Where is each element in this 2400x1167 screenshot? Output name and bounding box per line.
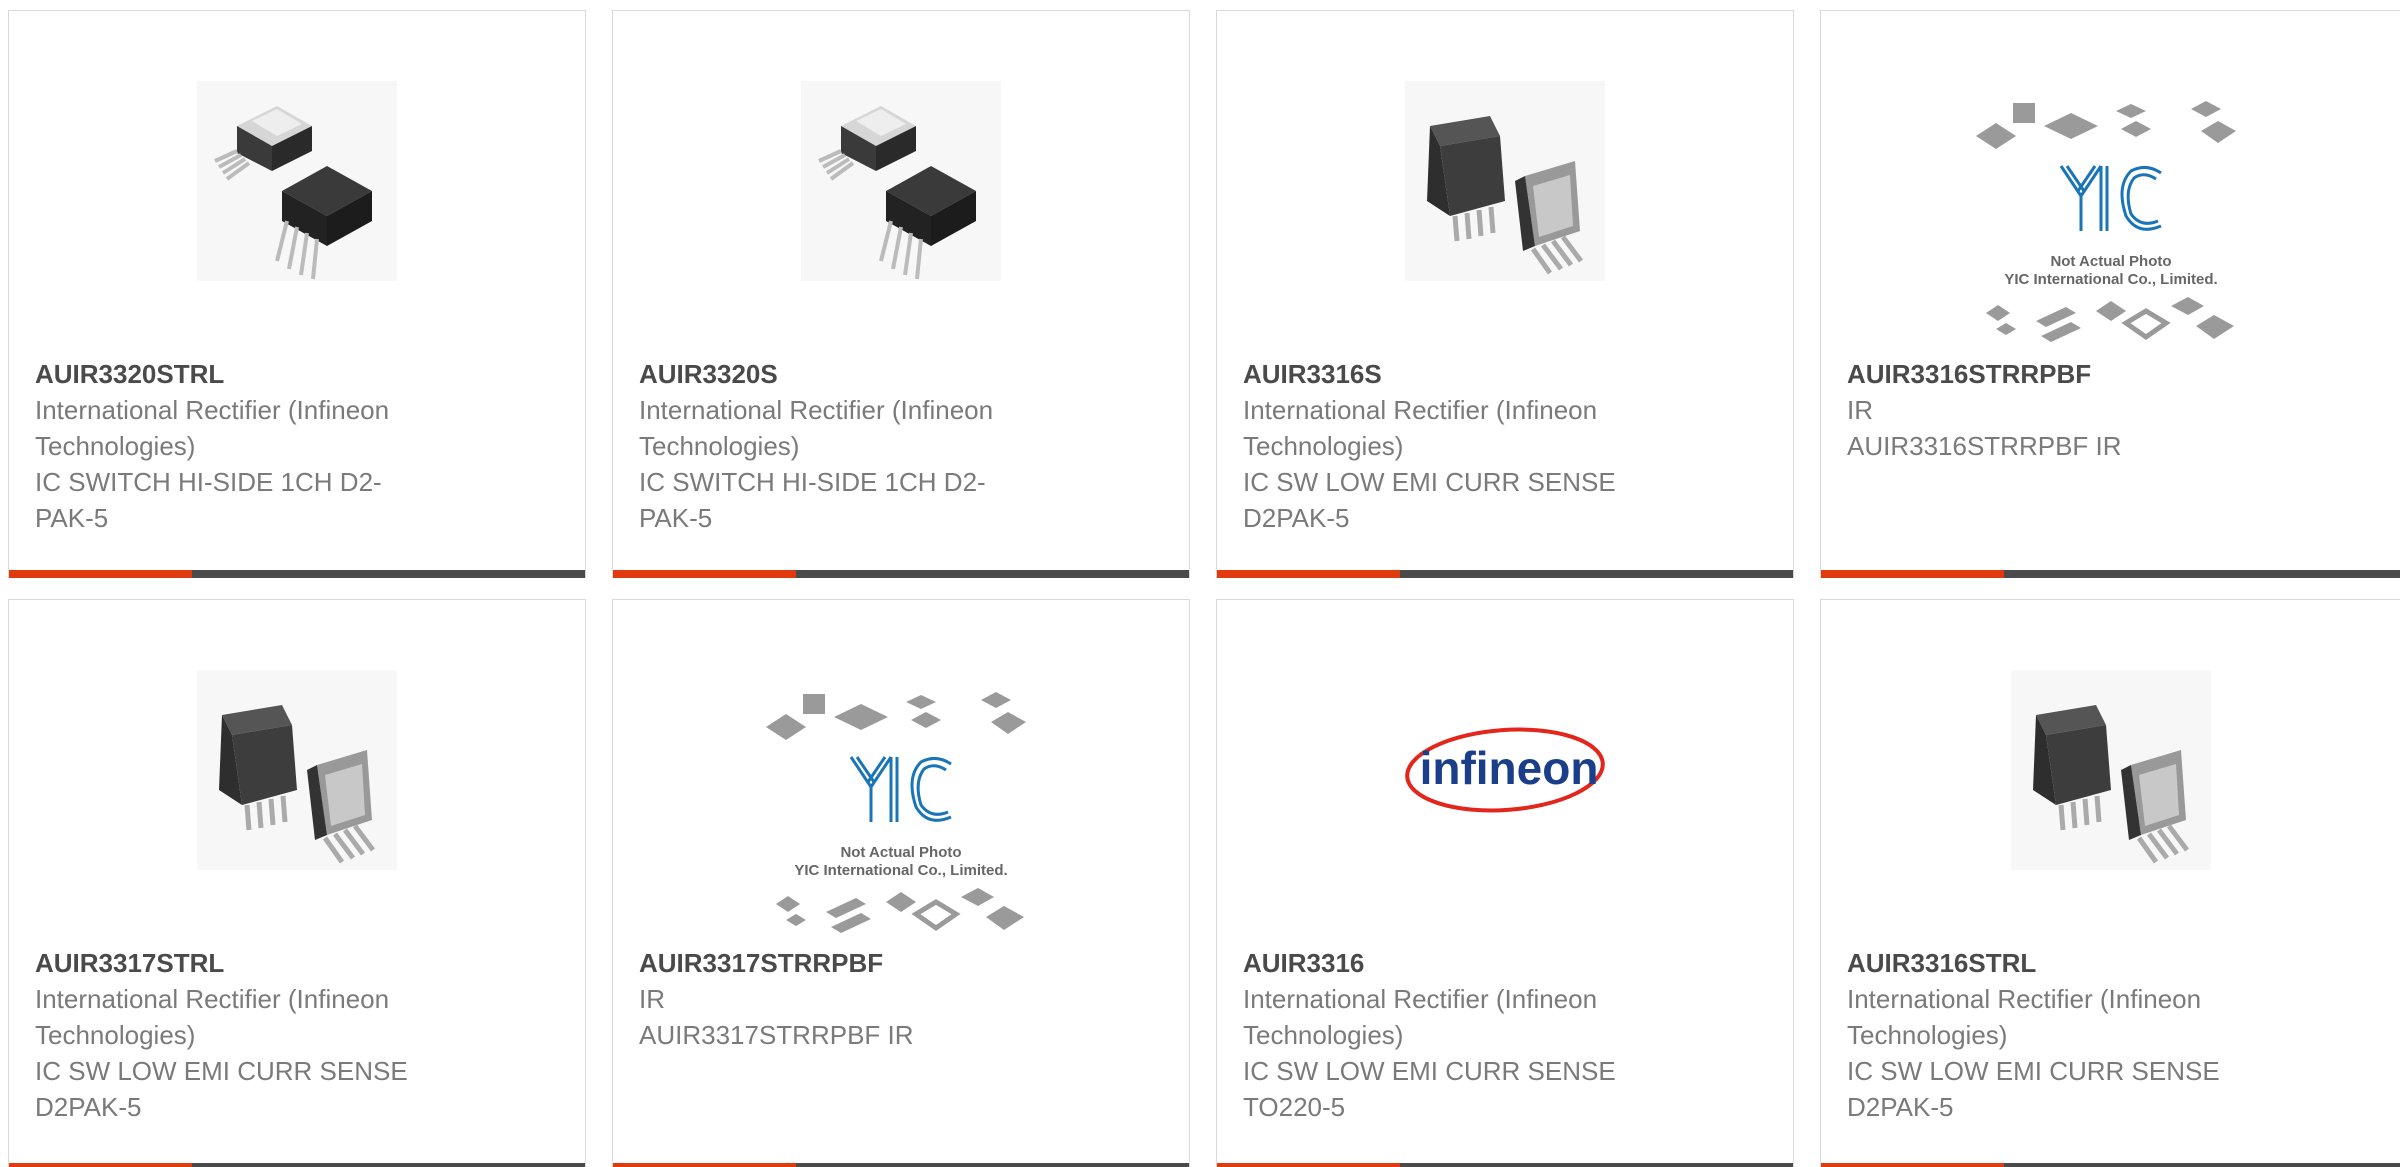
manufacturer-line: IR (1847, 395, 1873, 425)
svg-text:YIC International Co., Limited: YIC International Co., Limited. (2004, 271, 2217, 288)
manufacturer-line: Technologies) (1847, 1020, 2008, 1050)
description-line: PAK-5 (35, 503, 109, 533)
description-line: AUIR3317STRRPBF IR (639, 1020, 914, 1050)
description-line: D2PAK-5 (1243, 503, 1350, 533)
manufacturer-line: International Rectifier (Infineon (1243, 395, 1598, 425)
card-bottom-bar (1217, 570, 1793, 578)
part-number-link[interactable]: AUIR3317STRL (35, 945, 455, 981)
card-bottom-bar (9, 1163, 585, 1167)
description-line: TO220-5 (1243, 1092, 1346, 1122)
card-accent-bar (1821, 1163, 2004, 1167)
description-line: IC SW LOW EMI CURR SENSE (1847, 1056, 2220, 1086)
part-number-link[interactable]: AUIR3316 (1243, 945, 1663, 981)
card-bottom-bar (1821, 1163, 2400, 1167)
manufacturer-line: International Rectifier (Infineon (1243, 984, 1598, 1014)
d2pak-front-back-icon (1405, 81, 1605, 281)
product-card[interactable]: AUIR3316STRL International Rectifier (In… (1820, 599, 2400, 1167)
card-bottom-bar (613, 570, 1189, 578)
infineon-logo-icon: infineon (1405, 670, 1605, 870)
svg-text:infineon: infineon (1420, 742, 1599, 794)
description-line: IC SWITCH HI-SIDE 1CH D2- (35, 467, 382, 497)
product-card[interactable]: infineon AUIR3316 International Rectifie… (1216, 599, 1794, 1167)
card-accent-bar (613, 570, 796, 578)
product-info: AUIR3317STRL International Rectifier (In… (35, 945, 455, 1125)
manufacturer-line: Technologies) (1243, 1020, 1404, 1050)
description-line: IC SW LOW EMI CURR SENSE (1243, 467, 1616, 497)
manufacturer-line: Technologies) (35, 431, 196, 461)
manufacturer-line: IR (639, 984, 665, 1014)
product-info: AUIR3316STRRPBF IR AUIR3316STRRPBF IR (1847, 356, 2267, 464)
product-info: AUIR3316STRL International Rectifier (In… (1847, 945, 2267, 1125)
product-card[interactable]: AUIR3320S International Rectifier (Infin… (612, 10, 1190, 578)
manufacturer-line: Technologies) (639, 431, 800, 461)
d2pak-front-back-icon (197, 670, 397, 870)
part-number-link[interactable]: AUIR3316S (1243, 356, 1663, 392)
product-info: AUIR3316 International Rectifier (Infine… (1243, 945, 1663, 1125)
description-line: PAK-5 (639, 503, 713, 533)
d2pak-front-back-icon (2011, 670, 2211, 870)
card-accent-bar (1821, 570, 2004, 578)
card-bottom-bar (1821, 570, 2400, 578)
manufacturer-line: Technologies) (1243, 431, 1404, 461)
description-line: IC SWITCH HI-SIDE 1CH D2- (639, 467, 986, 497)
part-number-link[interactable]: AUIR3320STRL (35, 356, 455, 392)
card-bottom-bar (1217, 1163, 1793, 1167)
description-line: IC SW LOW EMI CURR SENSE (1243, 1056, 1616, 1086)
not-actual-photo-icon: Not Actual Photo YIC International Co., … (1976, 101, 2246, 347)
card-accent-bar (1217, 1163, 1400, 1167)
product-card[interactable]: Not Actual Photo YIC International Co., … (1820, 10, 2400, 578)
card-accent-bar (9, 570, 192, 578)
card-accent-bar (613, 1163, 796, 1167)
svg-text:Not Actual Photo: Not Actual Photo (840, 844, 961, 861)
manufacturer-line: International Rectifier (Infineon (1847, 984, 2202, 1014)
product-info: AUIR3317STRRPBF IR AUIR3317STRRPBF IR (639, 945, 1059, 1053)
svg-text:Not Actual Photo: Not Actual Photo (2050, 253, 2171, 270)
part-number-link[interactable]: AUIR3320S (639, 356, 1059, 392)
description-line: AUIR3316STRRPBF IR (1847, 431, 2122, 461)
product-card[interactable]: AUIR3320STRL International Rectifier (In… (8, 10, 586, 578)
description-line: D2PAK-5 (1847, 1092, 1954, 1122)
description-line: IC SW LOW EMI CURR SENSE (35, 1056, 408, 1086)
manufacturer-line: International Rectifier (Infineon (35, 395, 390, 425)
d2pak-pair-icon (197, 81, 397, 281)
part-number-link[interactable]: AUIR3316STRRPBF (1847, 356, 2267, 392)
part-number-link[interactable]: AUIR3316STRL (1847, 945, 2267, 981)
manufacturer-line: Technologies) (35, 1020, 196, 1050)
part-number-link[interactable]: AUIR3317STRRPBF (639, 945, 1059, 981)
product-info: AUIR3320STRL International Rectifier (In… (35, 356, 455, 536)
not-actual-photo-icon: Not Actual Photo YIC International Co., … (766, 692, 1036, 938)
product-card[interactable]: Not Actual Photo YIC International Co., … (612, 599, 1190, 1167)
product-card[interactable]: AUIR3316S International Rectifier (Infin… (1216, 10, 1794, 578)
card-bottom-bar (9, 570, 585, 578)
product-card[interactable]: AUIR3317STRL International Rectifier (In… (8, 599, 586, 1167)
card-bottom-bar (613, 1163, 1189, 1167)
manufacturer-line: International Rectifier (Infineon (639, 395, 994, 425)
description-line: D2PAK-5 (35, 1092, 142, 1122)
svg-text:YIC International Co., Limited: YIC International Co., Limited. (794, 862, 1007, 879)
product-grid: AUIR3320STRL International Rectifier (In… (0, 0, 2400, 1167)
card-accent-bar (9, 1163, 192, 1167)
product-info: AUIR3320S International Rectifier (Infin… (639, 356, 1059, 536)
card-accent-bar (1217, 570, 1400, 578)
d2pak-pair-icon (801, 81, 1001, 281)
manufacturer-line: International Rectifier (Infineon (35, 984, 390, 1014)
product-info: AUIR3316S International Rectifier (Infin… (1243, 356, 1663, 536)
